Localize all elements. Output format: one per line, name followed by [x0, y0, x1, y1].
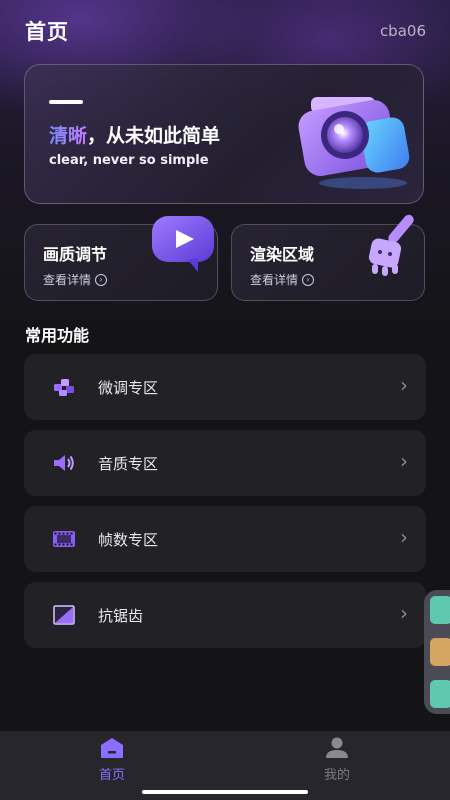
section-title-common: 常用功能: [25, 326, 90, 345]
paint-brush-icon: [368, 214, 414, 276]
feature-antialias[interactable]: 抗锯齿 ›: [24, 582, 426, 648]
chevron-right-icon: ›: [400, 449, 408, 473]
card-detail-link[interactable]: 查看详情 ›: [250, 271, 315, 288]
float-widget-cell: [430, 680, 450, 708]
float-widget-cell: [430, 596, 450, 624]
tab-label: 我的: [323, 768, 350, 783]
feature-label: 音质专区: [98, 454, 159, 473]
card-title: 画质调节: [43, 245, 108, 264]
chevron-right-icon: ›: [400, 601, 408, 625]
film-icon: [53, 531, 75, 547]
play-bubble-icon: [152, 216, 214, 272]
hero-headline-rest: ，从未如此简单: [87, 125, 221, 147]
speaker-icon: [54, 455, 74, 471]
float-widget-cell: [430, 638, 450, 666]
tune-icon: [54, 379, 74, 396]
home-indicator: [142, 790, 308, 794]
chevron-right-icon: ›: [400, 373, 408, 397]
feature-audio[interactable]: 音质专区 ›: [24, 430, 426, 496]
hero-banner[interactable]: 清晰，从未如此简单 clear, never so simple: [24, 64, 424, 204]
card-title: 渲染区域: [250, 245, 315, 264]
header: 首页 cba06: [0, 0, 450, 62]
chevron-right-icon: ›: [400, 525, 408, 549]
home-icon: [101, 738, 123, 758]
hero-headline-accent: 清晰: [49, 125, 88, 147]
hero-decor-bar: [49, 100, 83, 104]
user-icon: [326, 737, 348, 758]
camera-icon: [298, 97, 410, 189]
tab-label: 首页: [98, 768, 125, 783]
feature-label: 微调专区: [98, 378, 159, 397]
hero-subtitle: clear, never so simple: [49, 153, 209, 168]
feature-label: 抗锯齿: [98, 606, 144, 625]
chevron-right-circle-icon: ›: [302, 273, 315, 286]
user-id[interactable]: cba06: [380, 22, 426, 40]
hero-headline: 清晰，从未如此简单: [49, 121, 220, 148]
feature-tune[interactable]: 微调专区 ›: [24, 354, 426, 420]
tab-mine[interactable]: 我的: [297, 737, 377, 783]
tab-home[interactable]: 首页: [72, 737, 152, 783]
feature-label: 帧数专区: [98, 530, 159, 549]
antialias-icon: [53, 605, 75, 625]
chevron-right-circle-icon: ›: [95, 273, 108, 286]
feature-framerate[interactable]: 帧数专区 ›: [24, 506, 426, 572]
page-title: 首页: [25, 20, 69, 44]
card-detail-link[interactable]: 查看详情 ›: [43, 271, 108, 288]
floating-side-widget[interactable]: [424, 590, 450, 714]
